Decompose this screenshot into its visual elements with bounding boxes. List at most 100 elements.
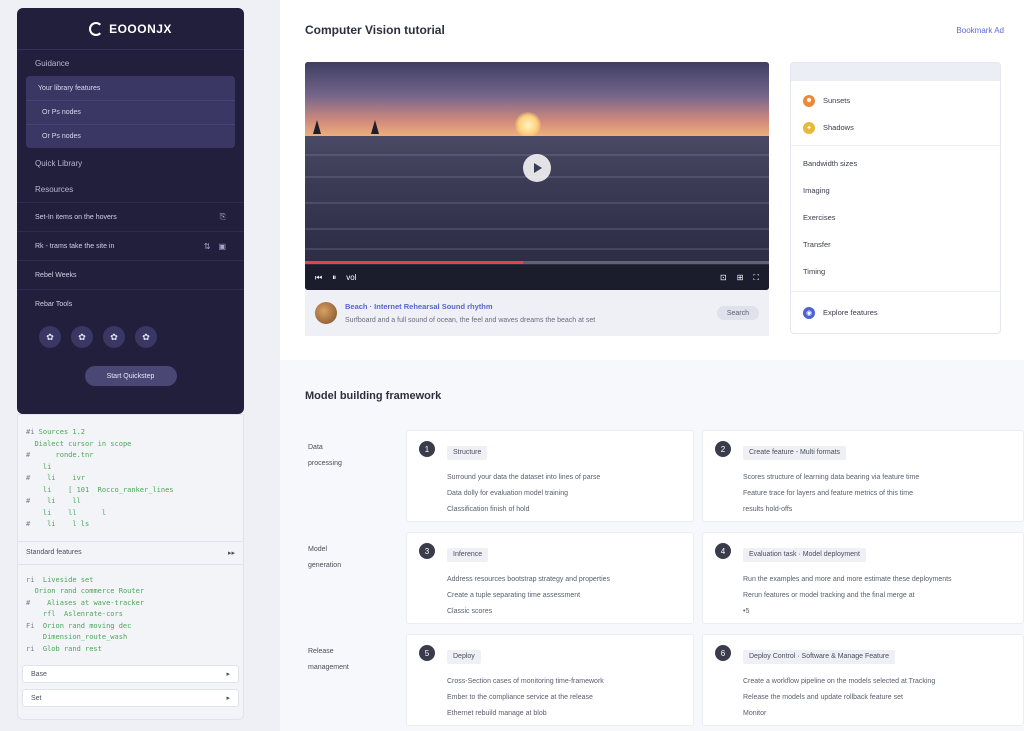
divider [791, 145, 1000, 146]
side-list-item[interactable]: Bandwidth sizes [791, 150, 1000, 177]
code-block: #i Sources 1.2 Dialect cursor in scope # … [18, 415, 243, 535]
step-number: 5 [419, 645, 435, 661]
step-tag: Create feature - Multi formats [743, 446, 847, 460]
nav-item[interactable]: Rk - trams take the site in ⇅ ▣ [17, 231, 244, 260]
nav-item[interactable]: Rebar Tools [17, 289, 244, 318]
side-list-item[interactable]: Transfer [791, 231, 1000, 258]
side-list-item[interactable]: Exercises [791, 204, 1000, 231]
flower-icon[interactable]: ✿ [39, 326, 61, 348]
nav-item-label: Set-In items on the hovers [35, 213, 117, 221]
settings-icon[interactable]: ⊞ [737, 273, 744, 282]
search-button[interactable]: Search [716, 306, 759, 320]
nav-group-item[interactable]: Your library features [26, 76, 235, 100]
explore-features-label: Explore features [823, 308, 878, 317]
set-select[interactable]: Set ▸ [22, 689, 239, 707]
expand-icon[interactable]: ▸▸ [228, 549, 235, 557]
flower-icon[interactable]: ✿ [135, 326, 157, 348]
side-item[interactable]: ☻ Sunsets [791, 87, 1000, 114]
flower-icon[interactable]: ✿ [71, 326, 93, 348]
nav-group-subitem[interactable]: Or Ps nodes [26, 100, 235, 124]
code-line: # li ll [26, 496, 233, 508]
pause-icon[interactable]: ⏸ [332, 273, 336, 283]
step-label: Model generation [308, 542, 341, 574]
fullscreen-icon[interactable]: ⛶ [753, 273, 759, 283]
avatar[interactable] [315, 302, 337, 324]
step-description: Cross-Section cases of monitoring time-f… [447, 674, 681, 722]
bookmark-link[interactable]: Bookmark Ad [956, 26, 1004, 35]
nav-section-guidance: Guidance [35, 58, 70, 68]
main-content: Computer Vision tutorial Bookmark Ad ⏮ ⏸… [280, 0, 1024, 731]
side-list-item[interactable]: Imaging [791, 177, 1000, 204]
code-text: li [ 101 Rocco_ranker_lines [34, 485, 174, 494]
nav-section-library[interactable]: Quick Library [17, 150, 244, 176]
start-quickstep-button[interactable]: Start Quickstep [84, 366, 177, 386]
step-card[interactable]: 6 Deploy Control · Software & Manage Feat… [702, 634, 1024, 726]
skip-back-icon[interactable]: ⏮ [315, 273, 322, 283]
play-button[interactable] [523, 154, 551, 182]
code-line: Fi Orion rand moving dec [26, 621, 233, 633]
video-sun [515, 112, 541, 138]
step-description: Run the examples and more and more estim… [743, 572, 1011, 620]
code-text: li l ls [38, 520, 90, 528]
video-description: Surfboard and a full sound of ocean, the… [345, 317, 596, 324]
step-card[interactable]: 3 Inference Address resources bootstrap st… [406, 532, 694, 624]
square-icon[interactable]: ▣ [218, 242, 226, 251]
chevron-right-icon: ▸ [226, 695, 230, 702]
code-gutter: # [26, 451, 39, 459]
step-label-line: generation [308, 562, 342, 569]
step-description-line: Feature trace for layers and feature met… [743, 490, 914, 497]
step-description-line: Run the examples and more and more estim… [743, 576, 952, 583]
captions-icon[interactable]: ⊡ [720, 273, 727, 282]
side-list-item[interactable]: Timing [791, 258, 1000, 285]
code-section-header[interactable]: Standard features ▸▸ [18, 540, 243, 565]
video-info: Beach · Internet Rehearsal Sound rhythm … [305, 290, 769, 336]
brand[interactable]: EOOONJX [17, 8, 244, 50]
step-label-line: processing [308, 460, 342, 467]
code-gutter: # [26, 520, 39, 528]
star-icon: ✦ [803, 121, 815, 134]
side-panel-header [791, 63, 1000, 81]
side-item[interactable]: ✦ Shadows [791, 114, 1000, 141]
code-line: # ronde.tnr [26, 450, 233, 462]
sort-icon[interactable]: ⇅ [204, 242, 211, 251]
volume-icon[interactable]: vol [346, 273, 356, 282]
code-line: ri Liveside set [26, 575, 233, 587]
base-select-value: Base [31, 670, 47, 678]
nav-group-subitem[interactable]: Or Ps nodes [26, 124, 235, 148]
base-select[interactable]: Base ▸ [22, 665, 239, 683]
nav-section-resources[interactable]: Resources [17, 176, 244, 202]
step-description-line: Create a workflow pipeline on the models… [743, 678, 936, 685]
step-description-line: Ember to the compliance service at the r… [447, 694, 593, 701]
step-card[interactable]: 5 Deploy Cross-Section cases of monitoring… [406, 634, 694, 726]
step-card[interactable]: 2 Create feature - Multi formats Scores st… [702, 430, 1024, 522]
code-panel: #i Sources 1.2 Dialect cursor in scope # … [17, 414, 244, 720]
step-tag: Inference [447, 548, 489, 562]
code-text: li [34, 462, 52, 471]
nav-item[interactable]: Set-In items on the hovers ⎘ [17, 202, 244, 231]
explore-features-link[interactable]: ◉ Explore features [791, 291, 1000, 333]
code-gutter: # [26, 497, 39, 505]
step-description-line: Rerun features or model tracking and the… [743, 592, 915, 599]
code-text: rfl Aslenrate-cors [34, 610, 123, 618]
nav-item[interactable]: Rebel Weeks [17, 260, 244, 289]
code-line: li [ 101 Rocco_ranker_lines [26, 485, 233, 497]
video-player[interactable]: ⏮ ⏸ vol ⊡ ⊞ ⛶ [305, 62, 769, 290]
video-title[interactable]: Beach · Internet Rehearsal Sound rhythm [345, 302, 709, 311]
flower-icon[interactable]: ✿ [103, 326, 125, 348]
top-bar: Computer Vision tutorial Bookmark Ad [280, 0, 1024, 60]
code-text: Orion rand commerce Router [34, 587, 145, 595]
page-title: Computer Vision tutorial [305, 23, 445, 37]
step-card[interactable]: 1 Structure Surround your data the dataset… [406, 430, 694, 522]
section-title: Model building framework [305, 390, 442, 402]
copy-icon[interactable]: ⎘ [220, 212, 226, 222]
code-line: # Aliases at wave-tracker [26, 598, 233, 610]
step-number: 6 [715, 645, 731, 661]
set-select-value: Set [31, 694, 42, 702]
step-label-line: Model [308, 546, 328, 553]
video-progress-bar[interactable] [305, 261, 769, 264]
code-gutter: # [26, 474, 39, 482]
code-gutter: Fi [26, 621, 43, 630]
step-card[interactable]: 4 Evaluation task · Model deployment Run t… [702, 532, 1024, 624]
step-description-line: Surround your data the dataset into line… [447, 474, 601, 481]
step-row: Model generation 3 Inference Address resourc… [294, 532, 1024, 624]
